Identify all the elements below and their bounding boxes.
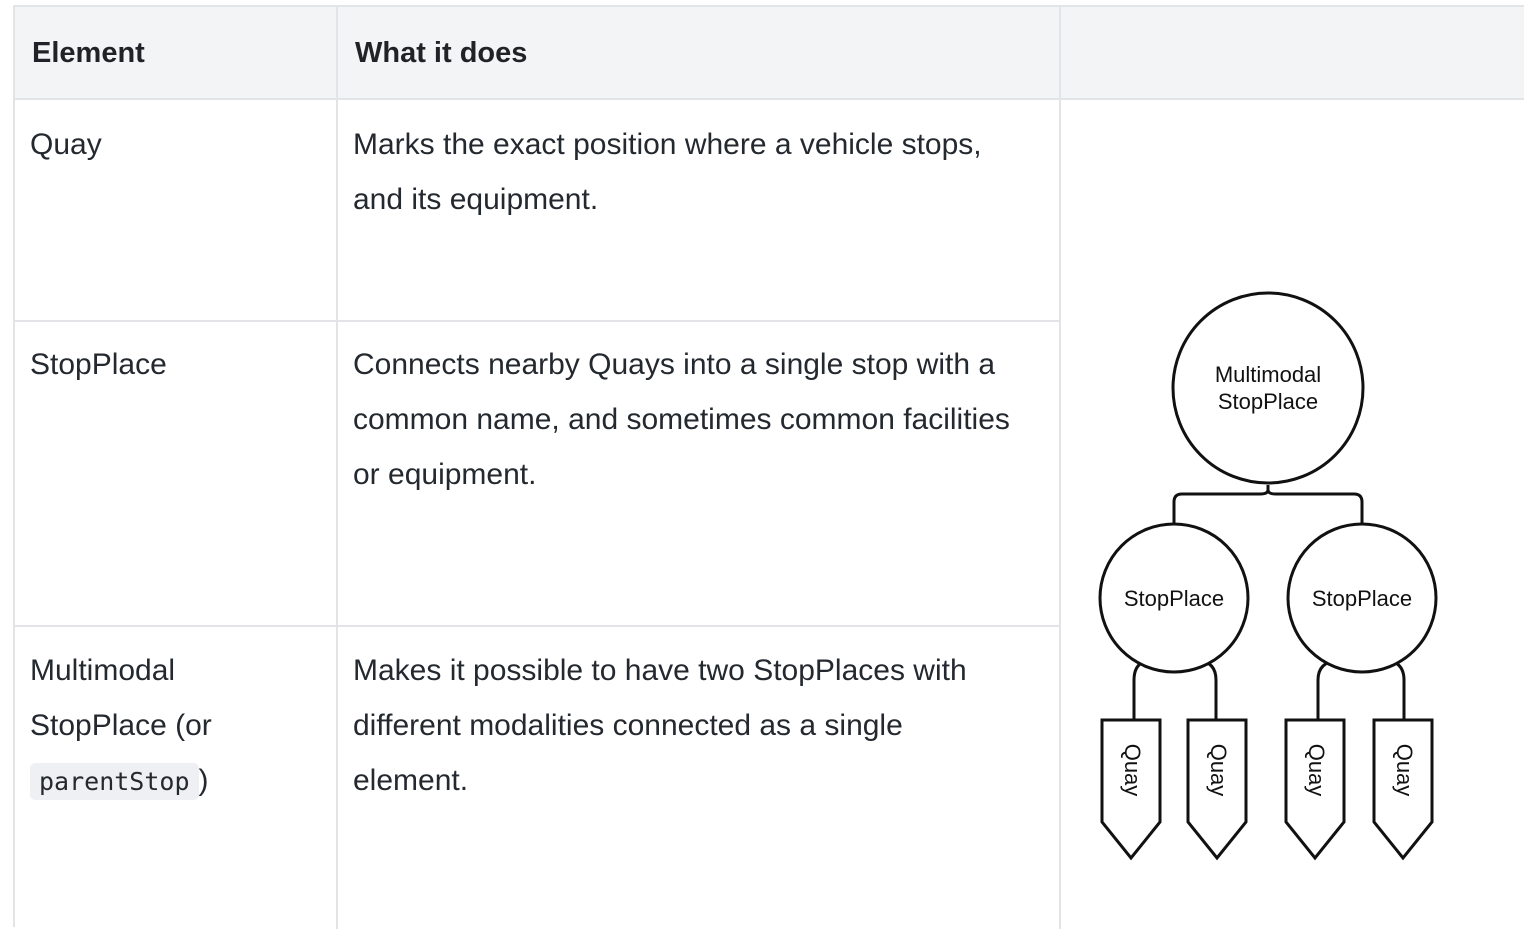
table-header-row <box>15 7 1524 100</box>
multimodal-line2: StopPlace (or <box>30 709 212 742</box>
quay-label-1: Quay <box>1120 744 1145 797</box>
multimodal-line3: parentStop) <box>30 753 330 809</box>
row-divider-1 <box>15 320 1060 322</box>
multimodal-line1: Multimodal <box>30 654 176 687</box>
root-label-line2: StopPlace <box>1218 389 1318 414</box>
row-stopplace-element: StopPlace <box>30 348 167 381</box>
column-divider-2 <box>1059 7 1061 929</box>
quay-label-3: Quay <box>1304 744 1329 797</box>
stop-hierarchy-diagram: Multimodal StopPlace StopPlace StopPlace… <box>1098 291 1438 861</box>
multimodal-stopplace-node <box>1171 291 1365 485</box>
row-divider-2 <box>15 625 1060 627</box>
root-label-line1: Multimodal <box>1215 362 1321 387</box>
multimodal-suffix: ) <box>198 764 209 797</box>
connector-right-leaf3 <box>1316 658 1339 720</box>
parent-stop-code: parentStop <box>30 763 199 800</box>
connector-left-leaf2 <box>1197 658 1218 720</box>
row-stopplace-description: Connects nearby Quays into a single stop… <box>353 348 1010 491</box>
header-element: Element <box>32 37 145 69</box>
left-child-label: StopPlace <box>1124 586 1224 611</box>
row-multimodal-element: Multimodal StopPlace (or parentStop) <box>30 643 330 809</box>
connector-right-leaf4 <box>1385 658 1406 720</box>
row-quay-element: Quay <box>30 128 102 161</box>
row-multimodal-description: Makes it possible to have two StopPlaces… <box>353 654 967 797</box>
column-divider-1 <box>336 7 338 929</box>
quay-label-4: Quay <box>1392 744 1417 797</box>
header-what-it-does: What it does <box>355 37 528 69</box>
quay-label-2: Quay <box>1206 744 1231 797</box>
row-quay-description: Marks the exact position where a vehicle… <box>353 128 982 216</box>
connector-root-right <box>1266 489 1364 527</box>
right-child-label: StopPlace <box>1312 586 1412 611</box>
connector-root-left <box>1172 485 1270 527</box>
connector-left-leaf1 <box>1132 658 1151 720</box>
